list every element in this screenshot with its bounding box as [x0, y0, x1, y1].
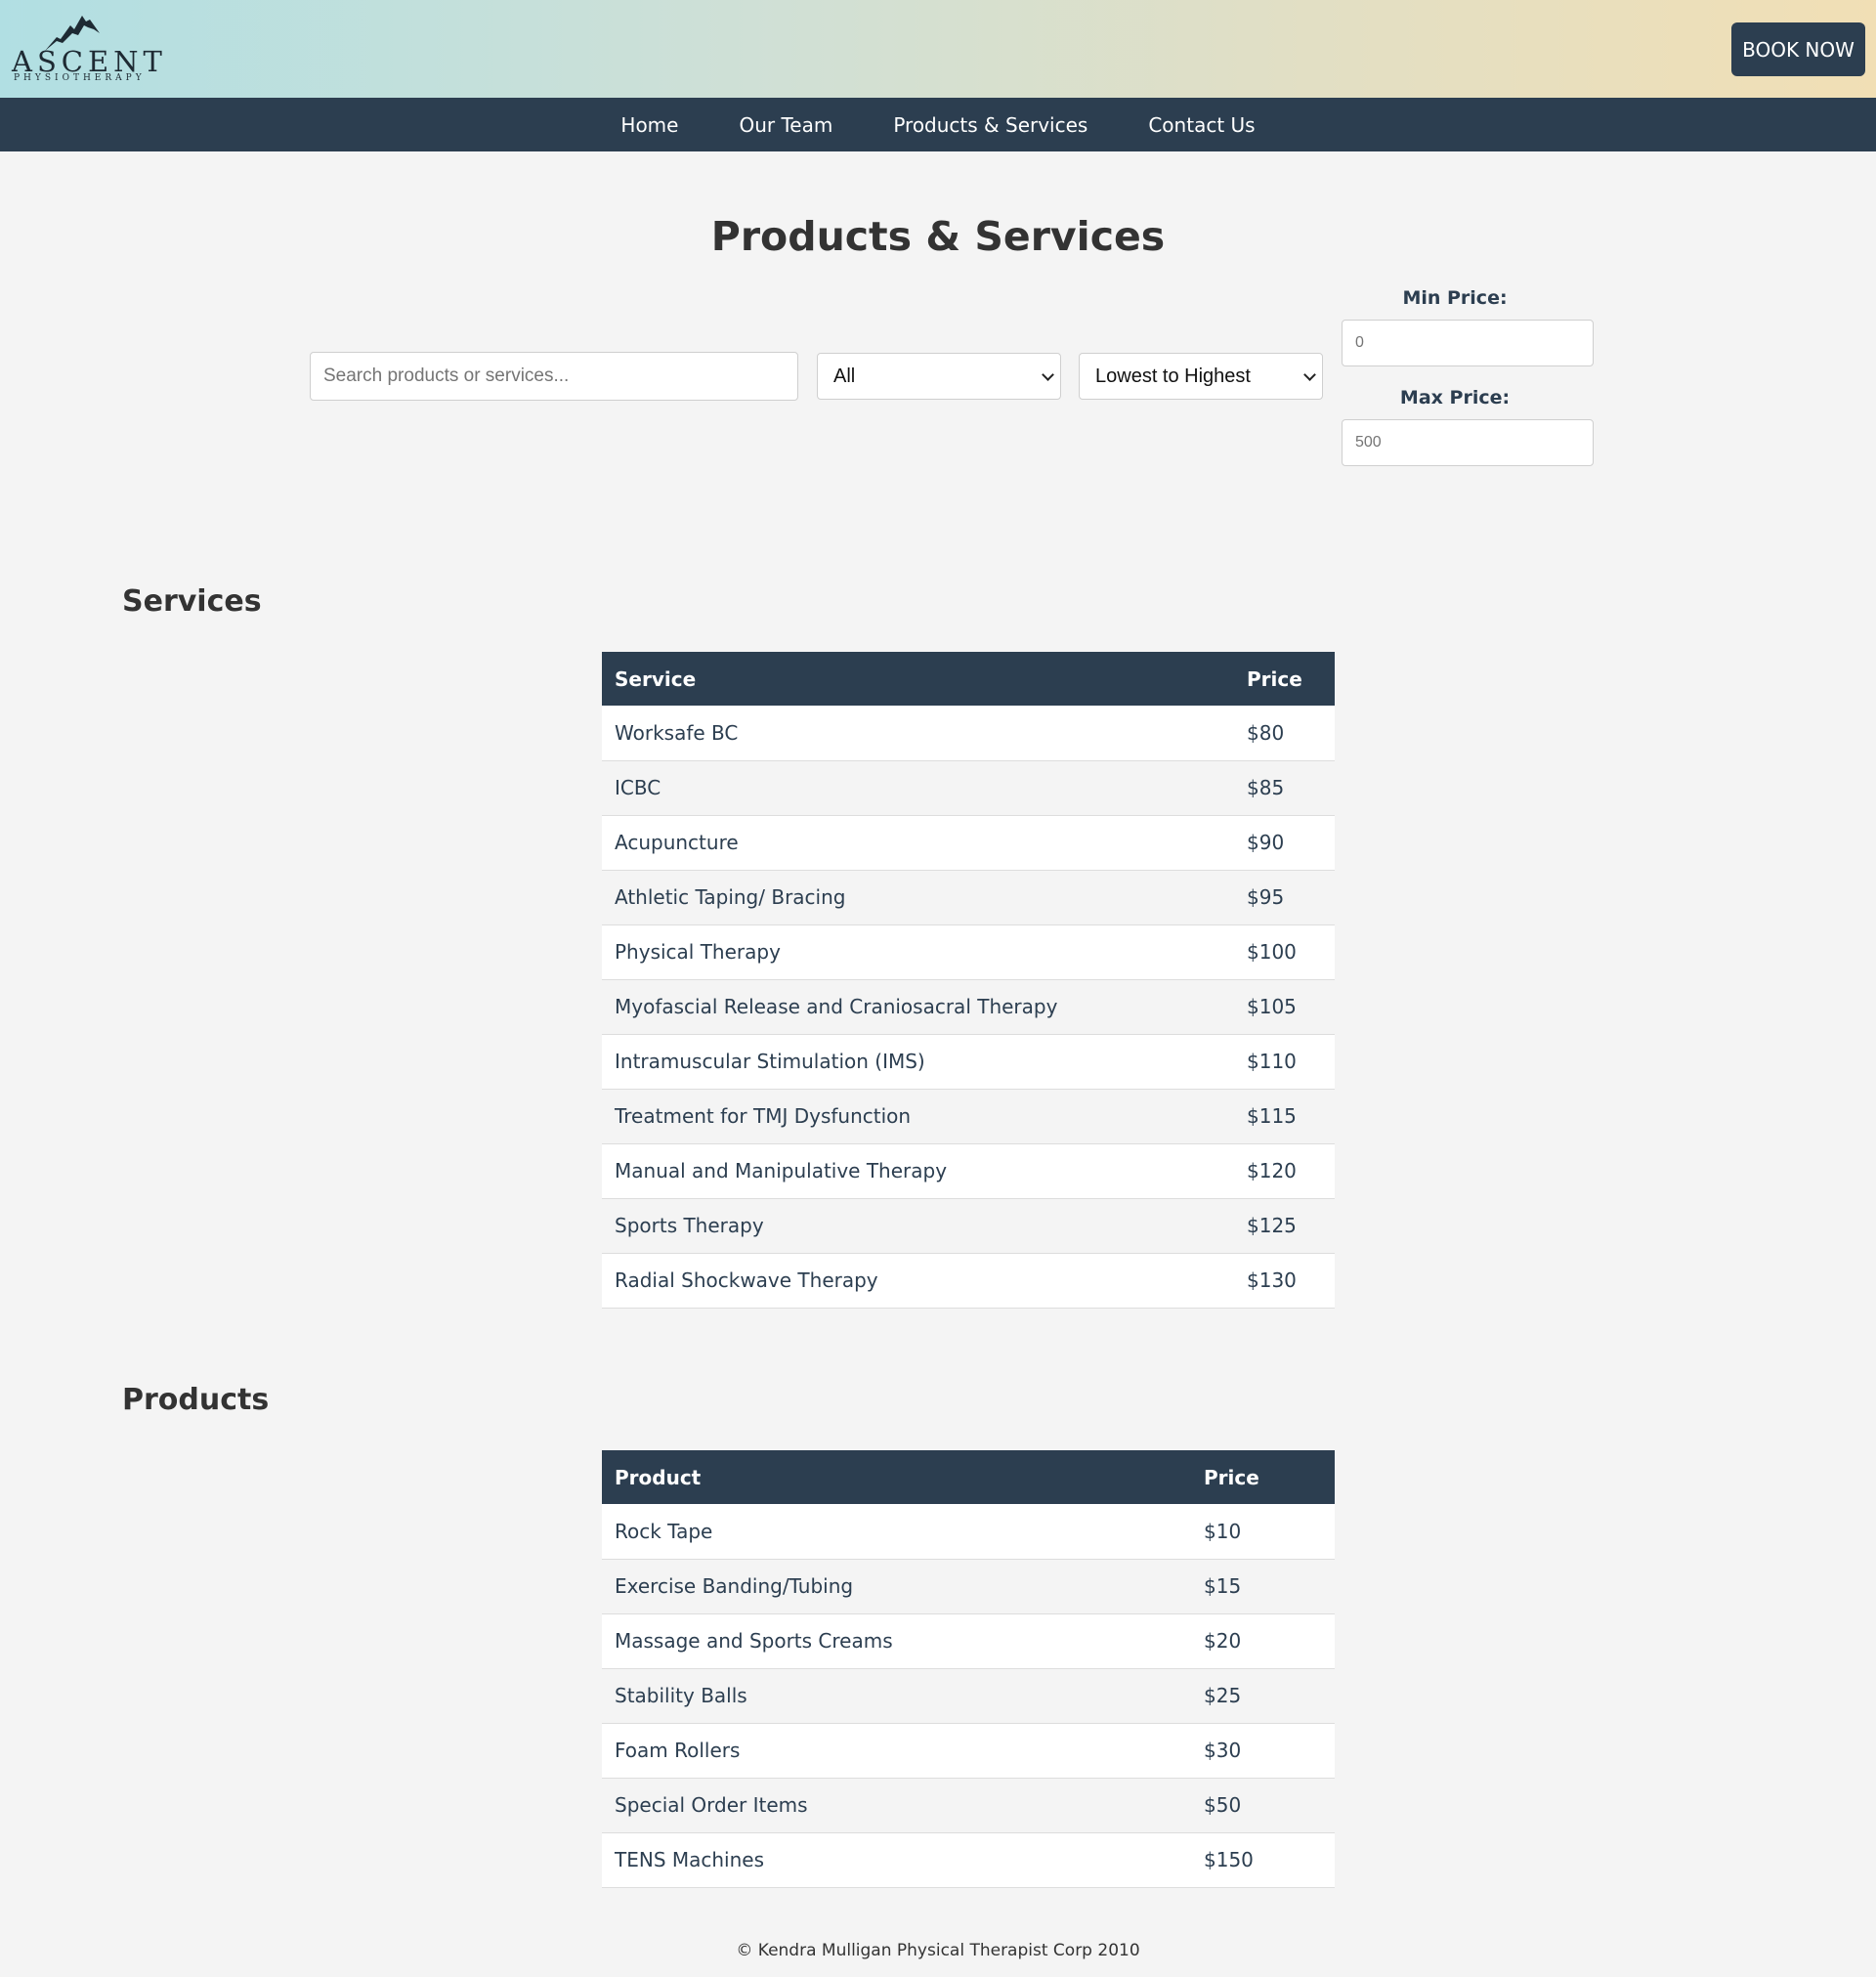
- search-input[interactable]: [310, 352, 798, 401]
- service-price: $85: [1234, 760, 1335, 816]
- service-price: $105: [1234, 979, 1335, 1035]
- page-title: Products & Services: [710, 213, 1166, 260]
- table-row: Manual and Manipulative Therapy $120: [602, 1143, 1335, 1199]
- service-name: ICBC: [602, 760, 1234, 816]
- type-filter-select[interactable]: All: [817, 353, 1061, 400]
- chevron-down-icon: [1042, 368, 1054, 381]
- nav-item-our-team[interactable]: Our Team: [739, 113, 832, 137]
- sort-order-value: Lowest to Highest: [1095, 365, 1251, 387]
- column-header-price: Price: [1234, 652, 1335, 706]
- service-price: $90: [1234, 815, 1335, 871]
- site-footer: © Kendra Mulligan Physical Therapist Cor…: [736, 1941, 1140, 1960]
- table-row: ICBC $85: [602, 760, 1335, 816]
- service-name: Intramuscular Stimulation (IMS): [602, 1034, 1234, 1090]
- max-price-input[interactable]: [1342, 419, 1594, 466]
- table-row: Worksafe BC $80: [602, 706, 1335, 761]
- service-name: Athletic Taping/ Bracing: [602, 870, 1234, 925]
- product-name: Massage and Sports Creams: [602, 1613, 1191, 1669]
- product-name: Exercise Banding/Tubing: [602, 1559, 1191, 1614]
- table-row: TENS Machines $150: [602, 1832, 1335, 1888]
- table-row: Acupuncture $90: [602, 815, 1335, 871]
- products-heading: Products: [122, 1383, 270, 1417]
- product-name: Foam Rollers: [602, 1723, 1191, 1779]
- product-price: $50: [1191, 1778, 1335, 1833]
- table-row: Myofascial Release and Craniosacral Ther…: [602, 979, 1335, 1035]
- service-price: $110: [1234, 1034, 1335, 1090]
- table-row: Intramuscular Stimulation (IMS) $110: [602, 1034, 1335, 1090]
- service-price: $130: [1234, 1253, 1335, 1309]
- service-price: $115: [1234, 1089, 1335, 1144]
- service-name: Physical Therapy: [602, 924, 1234, 980]
- service-price: $120: [1234, 1143, 1335, 1199]
- service-name: Worksafe BC: [602, 706, 1234, 761]
- service-name: Myofascial Release and Craniosacral Ther…: [602, 979, 1234, 1035]
- product-name: Rock Tape: [602, 1504, 1191, 1560]
- table-row: Athletic Taping/ Bracing $95: [602, 870, 1335, 925]
- service-price: $125: [1234, 1198, 1335, 1254]
- table-row: Stability Balls $25: [602, 1668, 1335, 1724]
- service-price: $80: [1234, 706, 1335, 761]
- column-header-service: Service: [602, 652, 1234, 706]
- nav-item-products-services[interactable]: Products & Services: [893, 113, 1087, 137]
- min-price-label: Min Price:: [1402, 287, 1508, 309]
- service-name: Treatment for TMJ Dysfunction: [602, 1089, 1234, 1144]
- product-name: Special Order Items: [602, 1778, 1191, 1833]
- site-logo[interactable]: ASCENT PHYSIOTHERAPY: [10, 12, 167, 86]
- table-row: Rock Tape $10: [602, 1504, 1335, 1560]
- service-name: Radial Shockwave Therapy: [602, 1253, 1234, 1309]
- table-row: Special Order Items $50: [602, 1778, 1335, 1833]
- main-nav: Home Our Team Products & Services Contac…: [0, 98, 1876, 151]
- table-row: Treatment for TMJ Dysfunction $115: [602, 1089, 1335, 1144]
- site-header: ASCENT PHYSIOTHERAPY BOOK NOW: [0, 0, 1876, 98]
- sort-order-select[interactable]: Lowest to Highest: [1079, 353, 1323, 400]
- nav-item-contact-us[interactable]: Contact Us: [1148, 113, 1255, 137]
- service-price: $100: [1234, 924, 1335, 980]
- table-header-row: Product Price: [602, 1450, 1335, 1504]
- product-name: Stability Balls: [602, 1668, 1191, 1724]
- min-price-input[interactable]: [1342, 320, 1594, 366]
- product-price: $30: [1191, 1723, 1335, 1779]
- logo-text: ASCENT: [12, 45, 167, 78]
- logo-subtext: PHYSIOTHERAPY: [14, 73, 146, 83]
- book-now-button[interactable]: BOOK NOW: [1731, 22, 1865, 76]
- product-name: TENS Machines: [602, 1832, 1191, 1888]
- product-price: $20: [1191, 1613, 1335, 1669]
- table-row: Physical Therapy $100: [602, 924, 1335, 980]
- product-price: $10: [1191, 1504, 1335, 1560]
- table-header-row: Service Price: [602, 652, 1335, 706]
- product-price: $15: [1191, 1559, 1335, 1614]
- product-price: $150: [1191, 1832, 1335, 1888]
- max-price-label: Max Price:: [1399, 387, 1511, 408]
- table-row: Radial Shockwave Therapy $130: [602, 1253, 1335, 1309]
- services-heading: Services: [122, 584, 262, 619]
- product-price: $25: [1191, 1668, 1335, 1724]
- service-name: Manual and Manipulative Therapy: [602, 1143, 1234, 1199]
- service-price: $95: [1234, 870, 1335, 925]
- column-header-product: Product: [602, 1450, 1191, 1504]
- column-header-price: Price: [1191, 1450, 1335, 1504]
- products-table: Product Price Rock Tape $10 Exercise Band…: [602, 1450, 1335, 1888]
- chevron-down-icon: [1303, 368, 1316, 381]
- service-name: Sports Therapy: [602, 1198, 1234, 1254]
- table-row: Foam Rollers $30: [602, 1723, 1335, 1779]
- services-table: Service Price Worksafe BC $80 ICBC $85 Acu…: [602, 652, 1335, 1309]
- table-row: Sports Therapy $125: [602, 1198, 1335, 1254]
- nav-item-home[interactable]: Home: [620, 113, 678, 137]
- service-name: Acupuncture: [602, 815, 1234, 871]
- type-filter-value: All: [833, 365, 856, 387]
- table-row: Massage and Sports Creams $20: [602, 1613, 1335, 1669]
- table-row: Exercise Banding/Tubing $15: [602, 1559, 1335, 1614]
